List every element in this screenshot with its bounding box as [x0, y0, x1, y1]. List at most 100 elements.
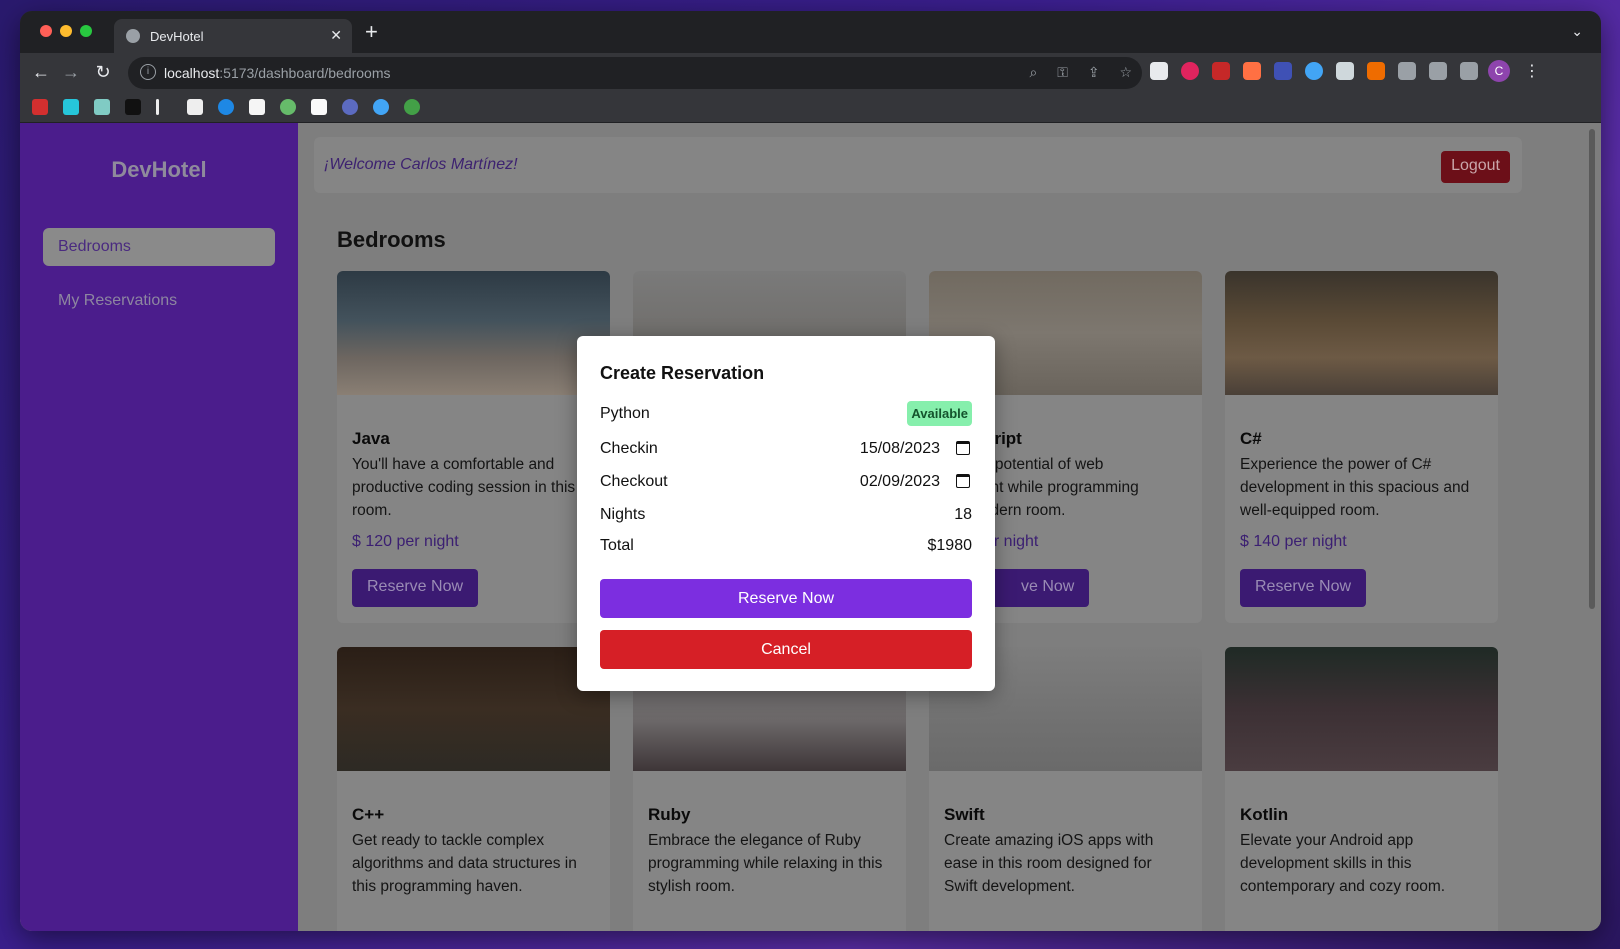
puzzle-icon[interactable] — [1398, 62, 1416, 80]
extension-icon[interactable] — [1367, 62, 1385, 80]
nights-value: 18 — [954, 506, 972, 523]
checkin-date-input[interactable]: 15/08/2023 — [860, 440, 940, 458]
room-name: Kotlin — [1240, 805, 1289, 824]
room-card: C# Experience the power of C# developmen… — [1225, 271, 1498, 623]
reserve-now-button[interactable]: Reserve Now — [352, 569, 479, 607]
address-bar[interactable]: i localhost:5173/dashboard/bedrooms ⌕ ⚿ … — [128, 57, 1142, 89]
room-card: C++ Get ready to tackle complex algorith… — [337, 647, 610, 931]
star-icon[interactable]: ☆ — [1119, 64, 1132, 80]
room-name: Ruby — [648, 805, 691, 824]
room-description: Embrace the elegance of Ruby programming… — [648, 832, 883, 895]
tab-title: DevHotel — [150, 29, 204, 44]
total-value: $1980 — [927, 537, 973, 554]
nights-label: Nights — [600, 506, 646, 523]
back-button[interactable]: ← — [30, 62, 52, 83]
room-card: Java You'll have a comfortable and produ… — [337, 271, 610, 623]
scrollbar[interactable] — [1589, 129, 1595, 609]
extension-icon[interactable] — [1243, 62, 1261, 80]
bookmark-icon[interactable] — [373, 99, 389, 115]
bookmark-icon[interactable] — [125, 99, 141, 115]
sidebar-item-bedrooms[interactable]: Bedrooms — [43, 228, 275, 266]
modal-reserve-now-button[interactable]: Reserve Now — [600, 579, 972, 618]
bookmark-icon[interactable] — [94, 99, 110, 115]
brand-logo: DevHotel — [111, 157, 207, 182]
browser-tab[interactable]: DevHotel ✕ — [114, 19, 352, 53]
room-description: Create amazing iOS apps with ease in thi… — [944, 832, 1154, 895]
calendar-icon[interactable] — [956, 474, 970, 488]
extension-icon[interactable] — [1336, 62, 1354, 80]
globe-icon — [126, 29, 140, 43]
browser-menu-icon[interactable]: ⋮ — [1524, 61, 1540, 81]
room-description: Experience the power of C# development i… — [1240, 456, 1470, 519]
calendar-icon[interactable] — [956, 441, 970, 455]
reserve-now-button[interactable]: Reserve Now — [1240, 569, 1367, 607]
checkout-date-input[interactable]: 02/09/2023 — [860, 473, 940, 491]
tab-search-chevron-icon[interactable]: ⌄ — [1571, 23, 1583, 40]
omnibox-actions: ⌕ ⚿ ⇪ ☆ — [1014, 64, 1132, 81]
room-name: Swift — [944, 805, 985, 824]
bookmark-icon[interactable] — [32, 99, 48, 115]
forward-button[interactable]: → — [60, 62, 82, 83]
room-name: C++ — [352, 805, 385, 824]
status-badge: Available — [907, 401, 972, 426]
side-panel-icon[interactable] — [1460, 62, 1478, 80]
site-info-icon[interactable]: i — [140, 64, 156, 80]
bookmark-icon[interactable] — [342, 99, 358, 115]
bookmarks-bar — [20, 93, 1601, 123]
bookmark-icon[interactable] — [156, 99, 159, 115]
page-title: Bedrooms — [337, 227, 446, 252]
extension-icon[interactable] — [1150, 62, 1168, 80]
bookmark-icon[interactable] — [280, 99, 296, 115]
sidebar-item-my-reservations[interactable]: My Reservations — [43, 282, 275, 320]
extension-icon[interactable] — [1274, 62, 1292, 80]
extension-icon[interactable] — [1181, 62, 1199, 80]
tab-strip: DevHotel ✕ + ⌄ — [20, 11, 1601, 53]
room-card: Kotlin Elevate your Android app developm… — [1225, 647, 1498, 931]
extension-icon[interactable] — [1212, 62, 1230, 80]
extension-icon[interactable] — [1305, 62, 1323, 80]
bookmark-icon[interactable] — [187, 99, 203, 115]
room-image — [1225, 271, 1498, 395]
close-tab-icon[interactable]: ✕ — [330, 27, 342, 44]
modal-cancel-button[interactable]: Cancel — [600, 630, 972, 669]
room-description: Get ready to tackle complex algorithms a… — [352, 832, 577, 895]
room-description: You'll have a comfortable and productive… — [352, 456, 576, 519]
share-icon[interactable]: ⇪ — [1088, 64, 1100, 80]
download-icon[interactable] — [1429, 62, 1447, 80]
room-name: Python — [600, 405, 650, 422]
room-image — [1225, 647, 1498, 771]
key-icon[interactable]: ⚿ — [1057, 64, 1068, 80]
room-image — [337, 271, 610, 395]
profile-avatar[interactable]: C — [1488, 60, 1510, 82]
checkin-label: Checkin — [600, 440, 658, 457]
url-path: :5173/dashboard/bedrooms — [219, 65, 391, 81]
room-name: Java — [352, 429, 390, 448]
checkout-label: Checkout — [600, 473, 668, 490]
sidebar: DevHotel Bedrooms My Reservations — [20, 123, 298, 931]
room-name: C# — [1240, 429, 1262, 448]
maximize-window-button[interactable] — [80, 25, 92, 37]
room-image — [337, 647, 610, 771]
bookmark-icon[interactable] — [218, 99, 234, 115]
welcome-message: ¡Welcome Carlos Martínez! — [324, 156, 518, 173]
bookmark-icon[interactable] — [404, 99, 420, 115]
bookmark-icon[interactable] — [311, 99, 327, 115]
url-text[interactable]: localhost:5173/dashboard/bedrooms — [164, 65, 391, 81]
new-tab-button[interactable]: + — [365, 21, 378, 43]
modal-title: Create Reservation — [600, 363, 765, 383]
room-price: $ 140 per night — [1240, 533, 1347, 550]
create-reservation-modal: Create Reservation Python Available Chec… — [577, 336, 995, 691]
zoom-icon[interactable]: ⌕ — [1030, 64, 1038, 80]
logout-button[interactable]: Logout — [1441, 151, 1510, 183]
minimize-window-button[interactable] — [60, 25, 72, 37]
browser-toolbar: ← → ↻ i localhost:5173/dashboard/bedroom… — [20, 53, 1601, 93]
header-bar: ¡Welcome Carlos Martínez! Logout — [314, 137, 1522, 193]
room-price: $ 120 per night — [352, 533, 459, 550]
room-description: Elevate your Android app development ski… — [1240, 832, 1446, 895]
bookmark-icon[interactable] — [63, 99, 79, 115]
bookmark-icon[interactable] — [249, 99, 265, 115]
reload-button[interactable]: ↻ — [92, 62, 114, 83]
url-host: localhost — [164, 65, 220, 81]
room-description: the potential of web ment while programmi… — [969, 456, 1139, 519]
close-window-button[interactable] — [40, 25, 52, 37]
